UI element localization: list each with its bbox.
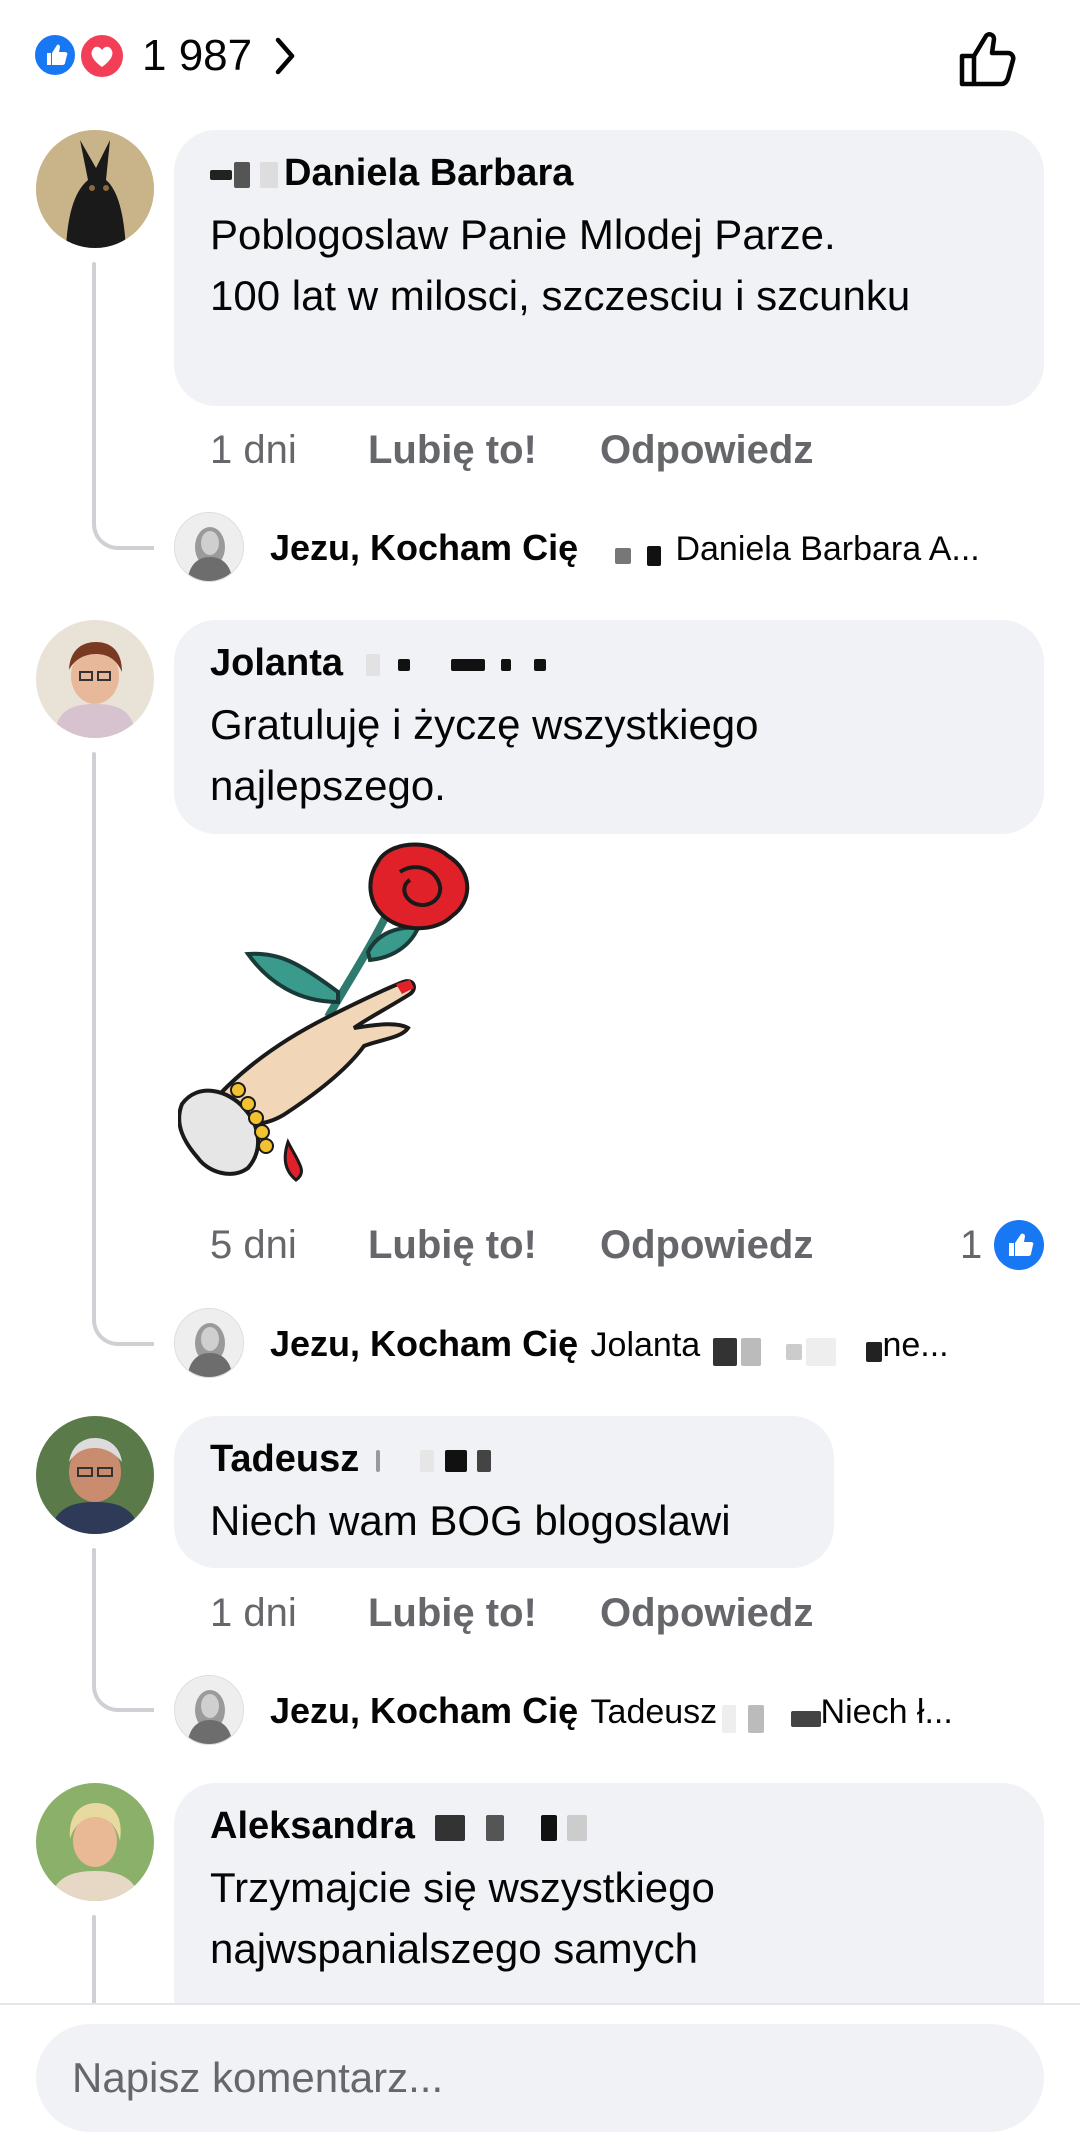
avatar[interactable] — [36, 1416, 154, 1534]
redacted-block — [748, 1704, 765, 1733]
redacted-block — [234, 161, 250, 188]
redacted-block — [721, 1704, 736, 1733]
comment-time: 5 dni — [210, 1223, 297, 1267]
comment-actions: 5 dni Lubię to! Odpowiedz 1 — [210, 1220, 1044, 1270]
redacted-block — [533, 658, 546, 671]
reply-author[interactable]: Jezu, Kocham Cię — [270, 1690, 578, 1731]
comment-actions: 1 dni Lubię to! Odpowiedz — [210, 425, 1010, 475]
like-reaction-icon — [32, 32, 78, 78]
reaction-count[interactable]: 1 987 — [142, 30, 252, 82]
redacted-block — [540, 1814, 557, 1841]
like-reaction-icon — [994, 1220, 1044, 1270]
redacted-block — [785, 1343, 802, 1360]
redacted-block — [477, 1449, 492, 1472]
comment-bubble[interactable]: Tadeusz Niech wam BOG blogoslawi — [174, 1416, 834, 1568]
comment-bubble[interactable]: Daniela Barbara Poblogoslaw Panie Mlodej… — [174, 130, 1044, 406]
thread-line — [92, 1915, 96, 2005]
reply-preview[interactable]: Jezu, Kocham Cię Daniela Barbara A... — [174, 512, 1044, 584]
avatar — [174, 1675, 244, 1745]
comment-text: Gratuluję i życzę wszystkiego najlepszeg… — [210, 701, 759, 809]
avatar[interactable] — [36, 620, 154, 738]
reply-author[interactable]: Jezu, Kocham Cię — [270, 1323, 578, 1364]
reply-author[interactable]: Jezu, Kocham Cię — [270, 527, 578, 568]
reply-preview[interactable]: Jezu, Kocham Cię Jolanta ne... — [174, 1308, 1044, 1380]
reply-text: Tadeusz — [590, 1693, 718, 1731]
avatar[interactable] — [36, 1783, 154, 1901]
comment-bubble[interactable]: Jolanta Gratuluję i życzę wszystkiego na… — [174, 620, 1044, 834]
avatar — [174, 512, 244, 582]
redacted-block — [647, 545, 661, 566]
comment-time: 1 dni — [210, 1591, 297, 1635]
comment-author[interactable]: Jolanta — [210, 640, 1008, 686]
thread-line — [92, 262, 96, 524]
redacted-block — [790, 1710, 821, 1727]
thread-elbow — [92, 1662, 154, 1712]
thumbs-up-icon[interactable] — [954, 26, 1020, 92]
redacted-block — [398, 658, 411, 671]
reply-preview[interactable]: Jezu, Kocham Cię Tadeusz Niech ł... — [174, 1675, 1044, 1747]
redacted-block — [420, 1449, 435, 1472]
redacted-block — [435, 1814, 466, 1841]
avatar — [174, 1308, 244, 1378]
like-button[interactable]: Lubię to! — [368, 1220, 537, 1270]
comment-time: 1 dni — [210, 428, 297, 472]
redacted-block — [486, 1814, 505, 1841]
comment-text: Trzymajcie się wszystkiego najwspanialsz… — [210, 1864, 715, 1972]
reply-button[interactable]: Odpowiedz — [600, 1220, 813, 1270]
comment-text: Niech wam BOG blogoslawi — [210, 1497, 731, 1544]
redacted-block — [741, 1337, 762, 1366]
reply-button[interactable]: Odpowiedz — [600, 425, 813, 475]
comment-author[interactable]: Tadeusz — [210, 1436, 798, 1482]
redacted-block — [444, 1449, 467, 1472]
reply-text: Daniela Barbara A... — [675, 530, 980, 568]
comment-actions: 1 dni Lubię to! Odpowiedz — [210, 1588, 1010, 1638]
reactions-header: 1 987 — [0, 0, 1080, 112]
redacted-block — [450, 658, 485, 671]
thread-elbow — [92, 500, 154, 550]
reply-text-suffix: ne... — [882, 1326, 949, 1364]
like-button[interactable]: Lubię to! — [368, 425, 537, 475]
comment-input[interactable]: Napisz komentarz... — [36, 2024, 1044, 2132]
redacted-block — [375, 1449, 380, 1472]
thread-elbow — [92, 1296, 154, 1346]
redacted-block — [260, 161, 278, 188]
redacted-block — [712, 1337, 737, 1366]
redacted-block — [866, 1341, 883, 1362]
chevron-right-icon[interactable] — [270, 30, 300, 82]
rose-in-hand-sticker[interactable] — [177, 842, 518, 1182]
comment-author[interactable]: Daniela Barbara — [210, 150, 1008, 196]
reply-text: Jolanta — [590, 1326, 701, 1364]
comment-author[interactable]: Aleksandra — [210, 1803, 1008, 1849]
redacted-block — [501, 658, 512, 671]
love-reaction-icon — [78, 32, 126, 80]
reply-text-suffix: Niech ł... — [820, 1693, 953, 1731]
redacted-block — [567, 1814, 588, 1841]
comment-text: Poblogoslaw Panie Mlodej Parze. 100 lat … — [210, 211, 911, 319]
redacted-block — [614, 547, 631, 564]
avatar[interactable] — [36, 130, 154, 248]
redacted-block — [365, 653, 380, 676]
redacted-block — [210, 169, 232, 180]
reply-button[interactable]: Odpowiedz — [600, 1588, 813, 1638]
redacted-block — [806, 1337, 836, 1366]
like-button[interactable]: Lubię to! — [368, 1588, 537, 1638]
thread-line — [92, 752, 96, 1320]
like-count[interactable]: 1 — [960, 1220, 982, 1270]
